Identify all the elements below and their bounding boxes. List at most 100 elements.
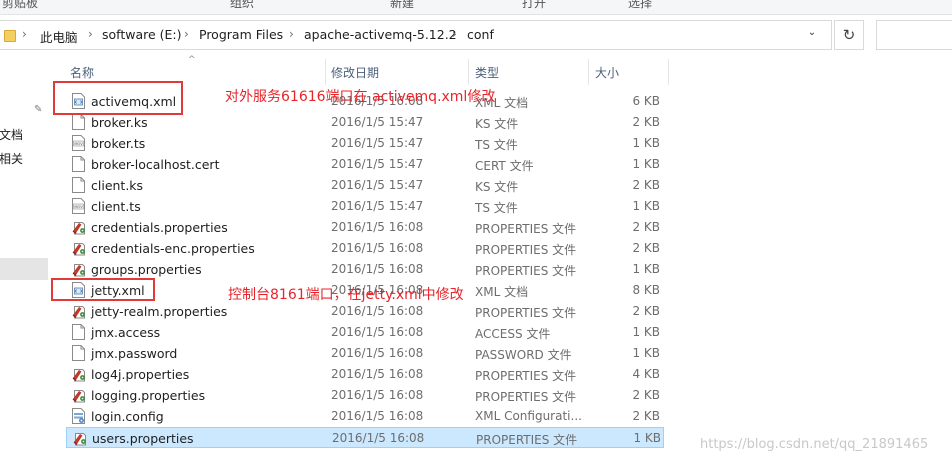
sort-ascending-icon: ^ bbox=[188, 55, 196, 65]
file-name: client.ts bbox=[91, 199, 141, 214]
breadcrumb-activemq[interactable]: apache-activemq-5.12.2 bbox=[304, 27, 457, 42]
annotation-note-activemq: 对外服务61616端口在 activemq.xml修改 bbox=[225, 89, 496, 105]
file-icon bbox=[72, 156, 85, 172]
file-row[interactable]: broker-localhost.cert 2016/1/5 15:47 CERT … bbox=[66, 154, 664, 175]
file-date: 2016/1/5 16:08 bbox=[331, 325, 424, 339]
ribbon-label-organize[interactable]: 组织 bbox=[230, 0, 254, 11]
properties-icon bbox=[73, 430, 86, 446]
breadcrumb-separator-icon[interactable]: › bbox=[184, 27, 189, 41]
watermark: https://blog.csdn.net/qq_21891465 bbox=[700, 437, 929, 452]
file-row[interactable]: jmx.password 2016/1/5 16:08 PASSWORD 文件 1 K… bbox=[66, 343, 664, 364]
file-type: PROPERTIES 文件 bbox=[475, 306, 577, 320]
nav-item-documents[interactable]: 文档 bbox=[0, 126, 23, 143]
file-date: 2016/1/5 15:47 bbox=[331, 115, 424, 129]
file-row[interactable]: MOV broker.ts 2016/1/5 15:47 TS 文件 1 KB bbox=[66, 133, 664, 154]
file-name: logging.properties bbox=[91, 388, 206, 403]
file-size: 6 KB bbox=[632, 94, 660, 108]
file-row[interactable]: users.properties 2016/1/5 16:08 PROPERTIES… bbox=[66, 427, 664, 448]
properties-icon bbox=[72, 387, 85, 403]
column-divider[interactable] bbox=[668, 59, 669, 85]
file-type: XML 文档 bbox=[475, 285, 529, 299]
file-row[interactable]: jetty-realm.properties 2016/1/5 16:08 PROP… bbox=[66, 301, 664, 322]
file-row[interactable]: client.ks 2016/1/5 15:47 KS 文件 2 KB bbox=[66, 175, 664, 196]
media-file-icon: MOV bbox=[72, 198, 85, 214]
pin-icon[interactable]: ✎ bbox=[34, 104, 42, 115]
file-name: client.ks bbox=[91, 178, 144, 193]
file-date: 2016/1/5 16:08 bbox=[331, 220, 424, 234]
file-date: 2016/1/5 15:47 bbox=[331, 157, 424, 171]
file-size: 1 KB bbox=[632, 346, 660, 360]
file-row[interactable]: login.config 2016/1/5 16:08 XML Configurat… bbox=[66, 406, 664, 427]
breadcrumb-this-pc[interactable]: 此电脑 bbox=[40, 27, 78, 46]
file-row[interactable]: credentials.properties 2016/1/5 16:08 PROP… bbox=[66, 217, 664, 238]
breadcrumb-separator-icon[interactable]: › bbox=[289, 27, 294, 41]
annotation-box-activemq bbox=[53, 81, 183, 115]
column-header-size[interactable]: 大小 bbox=[595, 64, 619, 81]
file-name: jetty-realm.properties bbox=[91, 304, 228, 319]
file-type: PROPERTIES 文件 bbox=[475, 222, 577, 236]
media-file-icon: MOV bbox=[72, 135, 85, 151]
search-input[interactable] bbox=[876, 20, 952, 50]
file-row[interactable]: jmx.access 2016/1/5 16:08 ACCESS 文件 1 KB bbox=[66, 322, 664, 343]
file-size: 1 KB bbox=[632, 157, 660, 171]
ribbon-label-open[interactable]: 打开 bbox=[522, 0, 546, 11]
file-size: 2 KB bbox=[632, 115, 660, 129]
file-row[interactable]: log4j.properties 2016/1/5 16:08 PROPERTIES… bbox=[66, 364, 664, 385]
file-size: 2 KB bbox=[632, 388, 660, 402]
file-name: log4j.properties bbox=[91, 367, 190, 382]
config-icon bbox=[72, 408, 85, 424]
file-size: 4 KB bbox=[632, 367, 660, 381]
file-date: 2016/1/5 16:08 bbox=[331, 367, 424, 381]
column-header-type[interactable]: 类型 bbox=[475, 64, 499, 81]
properties-icon bbox=[72, 240, 85, 256]
nav-item-related[interactable]: 相关 bbox=[0, 150, 23, 167]
address-dropdown-icon[interactable]: ⌄ bbox=[800, 27, 824, 45]
breadcrumb-conf[interactable]: conf bbox=[467, 27, 494, 42]
file-type: PROPERTIES 文件 bbox=[475, 243, 577, 257]
breadcrumb-separator-icon[interactable]: › bbox=[452, 27, 457, 41]
file-name: broker.ts bbox=[91, 136, 146, 151]
column-divider[interactable] bbox=[588, 59, 589, 85]
breadcrumb-separator-icon[interactable]: › bbox=[22, 27, 27, 41]
file-name: broker.ks bbox=[91, 115, 148, 130]
file-size: 1 KB bbox=[632, 199, 660, 213]
ribbon-label-new[interactable]: 新建 bbox=[390, 0, 414, 11]
ribbon-label-select[interactable]: 选择 bbox=[628, 0, 652, 11]
file-name: credentials.properties bbox=[91, 220, 228, 235]
column-header-name[interactable]: 名称 bbox=[70, 64, 94, 81]
file-name: login.config bbox=[91, 409, 164, 424]
file-date: 2016/1/5 16:08 bbox=[331, 388, 424, 402]
breadcrumb-separator-icon[interactable]: › bbox=[88, 27, 93, 41]
file-row[interactable]: logging.properties 2016/1/5 16:08 PROPERTI… bbox=[66, 385, 664, 406]
file-size: 2 KB bbox=[632, 241, 660, 255]
file-icon bbox=[72, 177, 85, 193]
column-divider[interactable] bbox=[325, 59, 326, 85]
file-type: PROPERTIES 文件 bbox=[475, 390, 577, 404]
file-row[interactable]: groups.properties 2016/1/5 16:08 PROPERTIE… bbox=[66, 259, 664, 280]
file-type: PROPERTIES 文件 bbox=[475, 264, 577, 278]
file-date: 2016/1/5 16:08 bbox=[331, 304, 424, 318]
column-divider[interactable] bbox=[468, 59, 469, 85]
file-row[interactable]: broker.ks 2016/1/5 15:47 KS 文件 2 KB bbox=[66, 112, 664, 133]
column-header-date[interactable]: 修改日期 bbox=[331, 64, 379, 81]
file-date: 2016/1/5 15:47 bbox=[331, 178, 424, 192]
breadcrumb-drive[interactable]: software (E:) bbox=[102, 27, 182, 42]
file-size: 1 KB bbox=[632, 325, 660, 339]
file-name: jmx.access bbox=[91, 325, 161, 340]
address-bar[interactable]: › 此电脑 › software (E:) › Program Files › … bbox=[0, 20, 832, 50]
refresh-button[interactable]: ↻ bbox=[834, 20, 864, 50]
file-row[interactable]: MOV client.ts 2016/1/5 15:47 TS 文件 1 KB bbox=[66, 196, 664, 217]
file-date: 2016/1/5 16:08 bbox=[331, 409, 424, 423]
nav-selected-item[interactable] bbox=[0, 258, 48, 280]
file-icon bbox=[72, 114, 85, 130]
breadcrumb-program-files[interactable]: Program Files bbox=[199, 27, 283, 42]
file-size: 1 KB bbox=[632, 136, 660, 150]
navigation-pane: ✎ 文档 相关 bbox=[0, 56, 48, 464]
file-icon bbox=[72, 345, 85, 361]
file-name: groups.properties bbox=[91, 262, 202, 277]
file-name: broker-localhost.cert bbox=[91, 157, 220, 172]
file-row[interactable]: credentials-enc.properties 2016/1/5 16:08… bbox=[66, 238, 664, 259]
ribbon-labels: 剪贴板 组织 新建 打开 选择 bbox=[0, 0, 952, 15]
ribbon-label-clipboard[interactable]: 剪贴板 bbox=[2, 0, 38, 11]
file-type: PROPERTIES 文件 bbox=[475, 369, 577, 383]
